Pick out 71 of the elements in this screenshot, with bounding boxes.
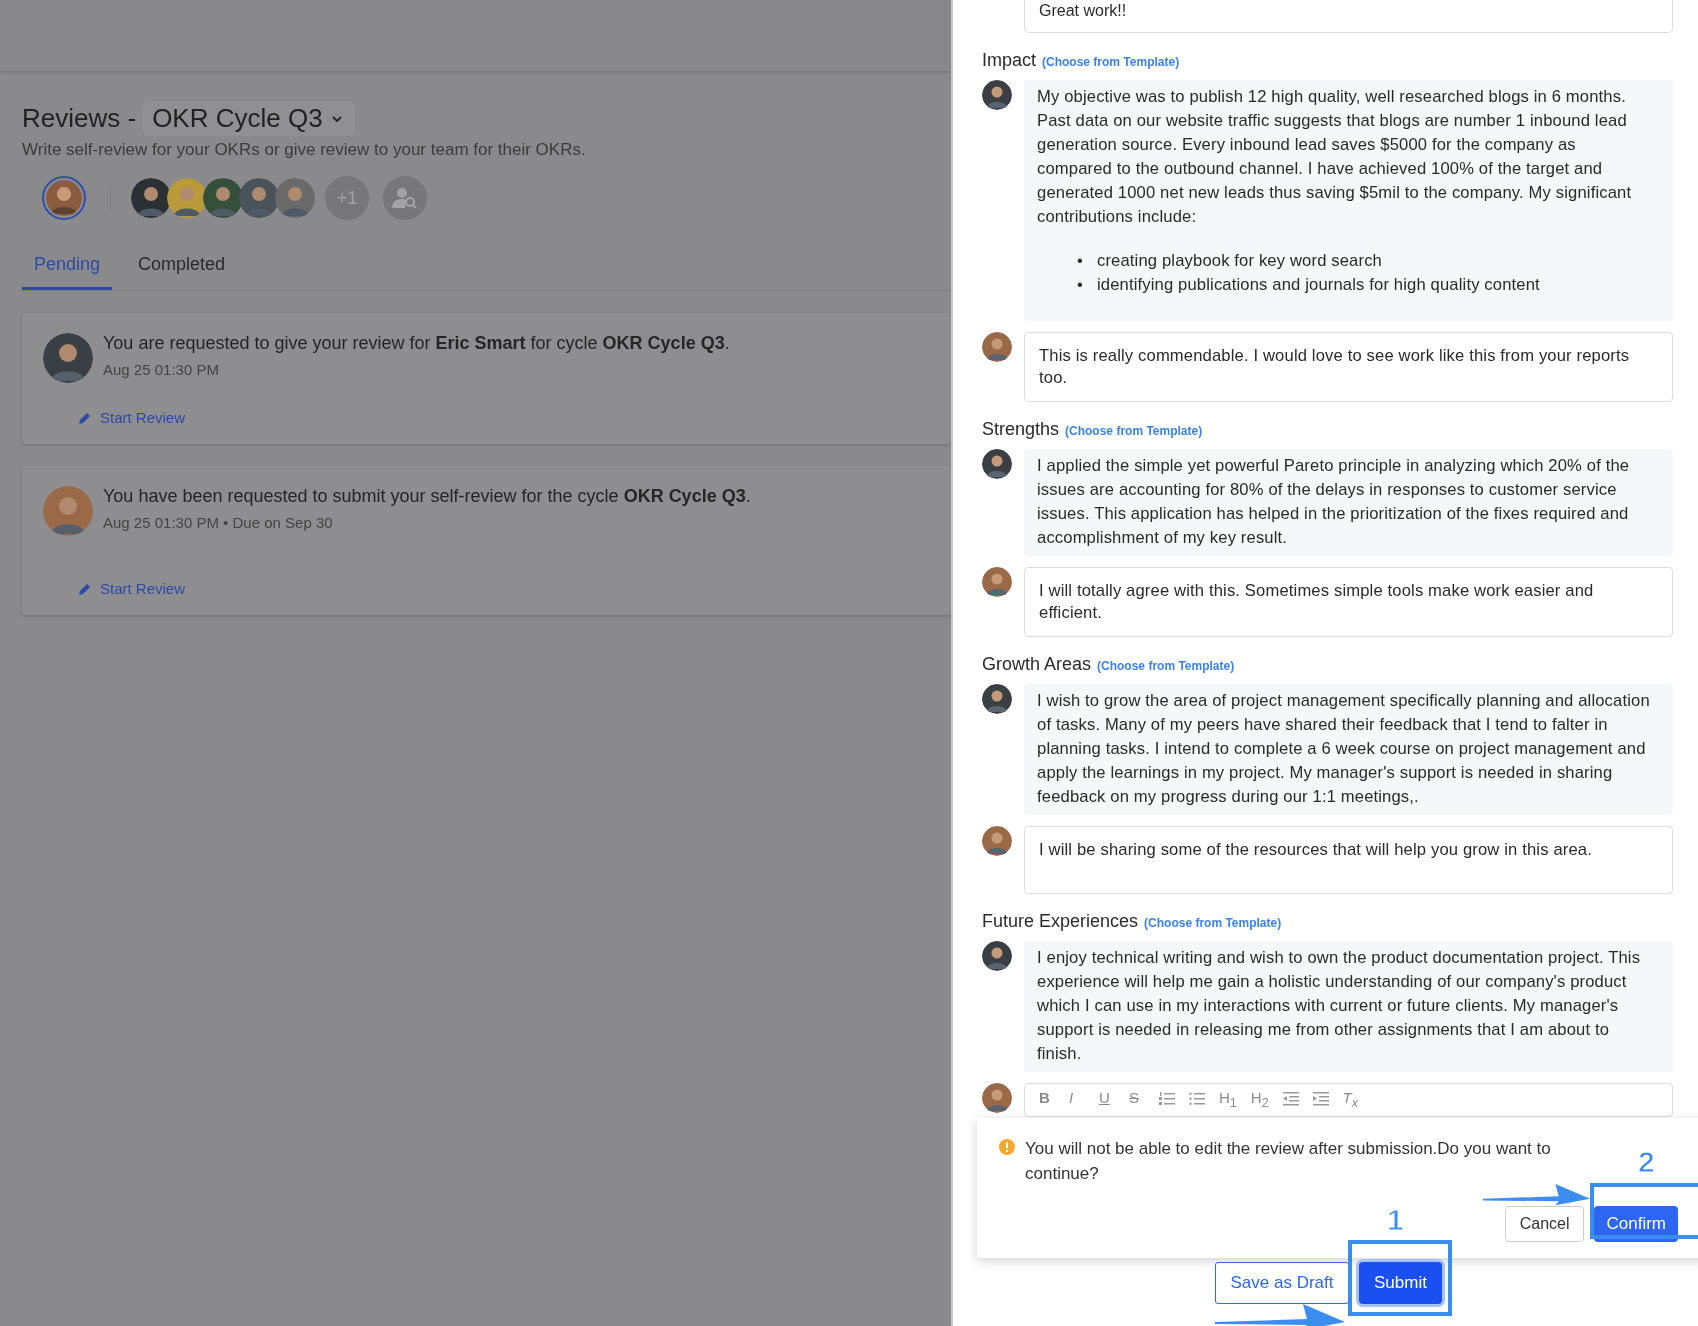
format-button[interactable]: T$_{x}$	[1342, 1089, 1359, 1112]
bullet-list-icon[interactable]	[1189, 1092, 1205, 1106]
answer-text: My objective was to publish 12 high quality, well researched blogs in 6 months. Past data on our website traffic suggests that blogs are number 1 inbound lead generation source. Every inbound lead saves $5000 for the company as compared to the outbound channel. I have achieved 100% of the target and generated 1000 net new leads thus saving $5mil to the company. My significant contributions include:	[1037, 86, 1633, 228]
section-title: Impact	[982, 50, 1037, 71]
comment-text: This is really commendable. I would love to see work like this from your reports too.	[1039, 345, 1631, 389]
request-date: Aug 25 01:30 PM • Due on Sep 30	[103, 514, 334, 531]
step-number: 2	[1638, 1145, 1655, 1179]
avatar	[43, 333, 93, 383]
bullet-item: identifying publications and journals for high quality content	[1096, 274, 1540, 296]
user-search-icon	[392, 187, 418, 209]
comment-text: I will totally agree with this. Sometimes simple tools make work easier and efficient.	[1039, 580, 1595, 624]
avatar	[982, 1083, 1012, 1113]
avatar	[43, 486, 93, 536]
pencil-icon	[78, 410, 92, 425]
tab[interactable]: Completed	[126, 244, 238, 290]
choose-template-link[interactable]: (Choose from Template)	[1097, 659, 1235, 673]
format-button[interactable]: B	[1039, 1089, 1055, 1107]
avatar	[982, 941, 1012, 971]
page-title: Reviews -	[22, 103, 137, 134]
start-review-link[interactable]: Start Review	[78, 409, 931, 426]
avatar	[982, 80, 1012, 110]
choose-template-link[interactable]: (Choose from Template)	[1144, 916, 1282, 930]
avatar	[982, 684, 1012, 714]
section-title: Future Experiences	[982, 911, 1139, 932]
confirm-message: You will not be able to edit the review after submission.Do you want to continue?	[1025, 1138, 1552, 1185]
comment-text: Great work!!	[1039, 2, 1127, 19]
answer-text: I wish to grow the area of project management specifically planning and allocation of tasks. Many of my peers have shared their feedback that I tend to falter in planning tasks. I intend to complete a 6 week course on project management and apply the learnings in my project. My manager's support is needed in sharing feedback on my progress during our 1:1 meetings,.	[1037, 690, 1651, 808]
indent-icon[interactable]	[1312, 1092, 1329, 1106]
format-button[interactable]: H$_{1}$	[1219, 1089, 1237, 1112]
team-avatar[interactable]	[275, 178, 315, 218]
request-message: You are requested to give your review for Eric Smart for cycle OKR Cycle Q3.	[103, 333, 730, 354]
team-avatar[interactable]	[167, 178, 207, 218]
save-draft-button[interactable]: Save as Draft	[1215, 1262, 1349, 1304]
bullet-item: creating playbook for key word search	[1096, 250, 1382, 272]
page-subtitle: Write self-review for your OKRs or give review to your team for their OKRs.	[22, 140, 587, 160]
choose-template-link[interactable]: (Choose from Template)	[1065, 424, 1203, 438]
format-button[interactable]: U	[1099, 1089, 1115, 1107]
comment-editor[interactable]: B I U S H$_{1}$ H$_{2}$ T$_{x}$	[1024, 1083, 1673, 1117]
section-title: Growth Areas	[982, 654, 1092, 675]
team-avatar[interactable]	[239, 178, 279, 218]
avatar	[982, 332, 1012, 362]
avatar	[982, 826, 1012, 856]
answer-text: I applied the simple yet powerful Pareto principle in analyzing which 20% of the issues are accounting for 80% of the delays in responses to customer service issues. This application has helped in the prioritization of the fixes required and accomplishment of my key result.	[1037, 455, 1631, 549]
request-message: You have been requested to submit your self-review for the cycle OKR Cycle Q3.	[103, 486, 751, 507]
bullet-marker: •	[1077, 274, 1083, 296]
user-search-button[interactable]	[383, 176, 427, 220]
cancel-button[interactable]: Cancel	[1504, 1206, 1585, 1242]
outdent-icon[interactable]	[1282, 1092, 1299, 1106]
start-review-link[interactable]: Start Review	[78, 580, 931, 597]
answer-text: I enjoy technical writing and wish to own the product documentation project. This experience will help me gain a holistic understanding of our company's product which I can use in my interactions with current or future clients. My manager's support is needed in releasing me from other assignments that I am about to finish.	[1037, 947, 1642, 1065]
pencil-icon	[78, 581, 92, 596]
warning-icon	[999, 1139, 1015, 1155]
step-number: 1	[1387, 1203, 1404, 1237]
own-avatar[interactable]	[42, 176, 86, 220]
submit-button[interactable]: Submit	[1359, 1262, 1442, 1304]
format-button[interactable]: H$_{2}$	[1250, 1089, 1269, 1112]
format-button[interactable]: S	[1129, 1089, 1145, 1107]
section-title: Strengths	[982, 419, 1060, 440]
format-button[interactable]: I	[1069, 1089, 1085, 1107]
avatar	[982, 449, 1012, 479]
tab[interactable]: Pending	[22, 244, 113, 290]
chevron-down-icon	[330, 114, 343, 123]
comment-text: I will be sharing some of the resources that will help you grow in this area.	[1039, 839, 1593, 861]
team-avatar[interactable]	[131, 178, 171, 218]
bullet-marker: •	[1077, 250, 1083, 272]
cycle-dropdown[interactable]: OKR Cycle Q3	[142, 101, 355, 136]
team-avatar[interactable]	[203, 178, 243, 218]
request-date: Aug 25 01:30 PM	[103, 361, 220, 378]
choose-template-link[interactable]: (Choose from Template)	[1042, 55, 1180, 69]
numbered-list-icon[interactable]	[1159, 1092, 1175, 1106]
avatar	[982, 567, 1012, 597]
